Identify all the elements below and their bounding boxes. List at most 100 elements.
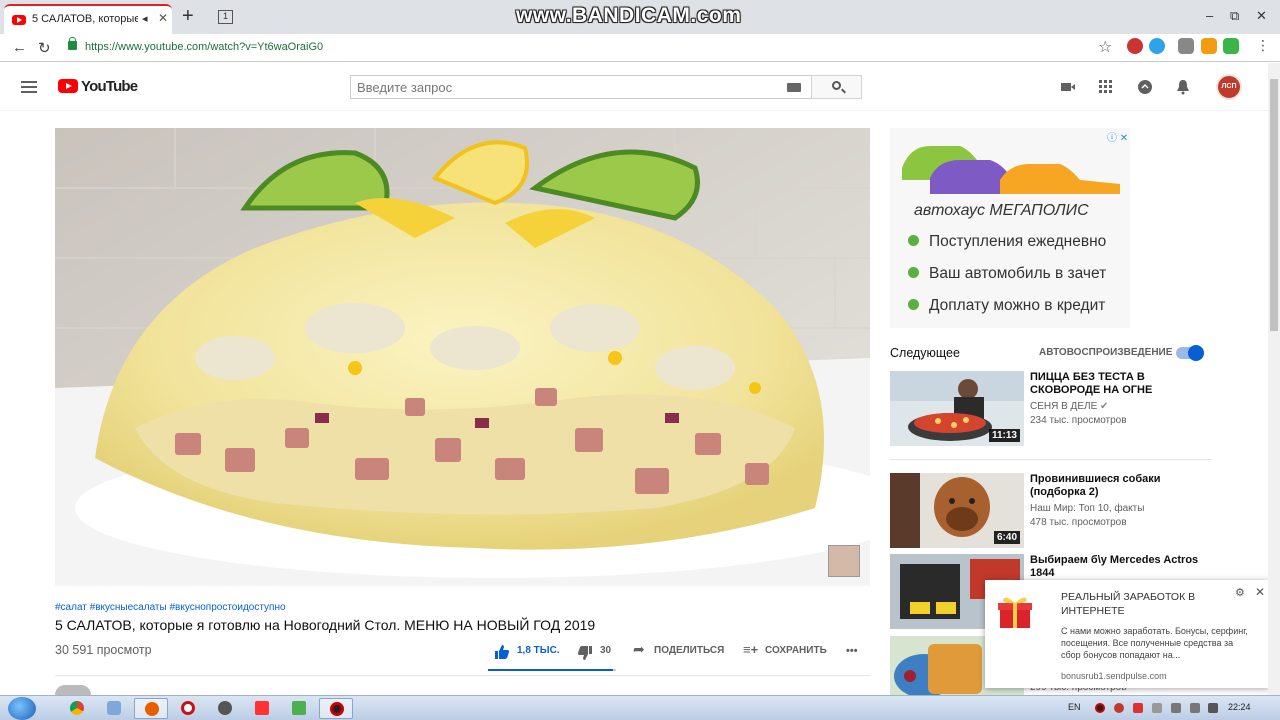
notification-source: bonusrub1.sendpulse.com — [1061, 671, 1167, 681]
messages-icon[interactable] — [1137, 79, 1153, 95]
browser-menu-icon[interactable]: ⋮ — [1256, 37, 1270, 54]
video-thumbnail[interactable]: 11:13 — [890, 371, 1024, 446]
sidebar-ad[interactable]: автохаус МЕГАПОЛИС Поступления ежедневно… — [890, 128, 1130, 328]
reload-icon[interactable]: ↻ — [38, 39, 51, 57]
taskbar-media-player[interactable] — [97, 698, 131, 719]
start-button[interactable] — [8, 697, 36, 720]
taskbar-chrome[interactable] — [60, 698, 94, 719]
tab-close-button[interactable]: ✕ — [158, 11, 168, 25]
like-count[interactable]: 1,8 ТЫС. — [517, 645, 560, 656]
recommendation-channel[interactable]: СЕНЯ В ДЕЛЕ ✔ — [1030, 401, 1108, 412]
browser-tab-strip: 5 САЛАТОВ, которые я готовлю на Новогодн… — [0, 0, 1280, 34]
youtube-header: YouTube Введите запрос ЛСП — [0, 63, 1268, 111]
tray-volume-icon[interactable] — [1190, 703, 1200, 713]
tray-record-icon[interactable] — [1095, 703, 1105, 713]
taskbar-app[interactable] — [208, 698, 242, 719]
page-scrollbar[interactable] — [1268, 63, 1280, 695]
dislike-count[interactable]: 30 — [600, 645, 611, 656]
check-icon — [908, 235, 919, 246]
video-thumbnail[interactable]: 6:40 — [890, 473, 1024, 548]
extension-adblock-icon[interactable] — [1127, 38, 1143, 54]
tray-app-icon[interactable] — [1114, 703, 1124, 713]
extension-check-icon[interactable] — [1149, 38, 1165, 54]
share-arrow-icon[interactable]: ➦ — [633, 641, 645, 658]
menu-icon[interactable] — [21, 81, 37, 93]
save-button[interactable]: СОХРАНИТЬ — [765, 645, 827, 656]
bookmark-star-icon[interactable]: ☆ — [1098, 37, 1112, 57]
push-notification[interactable]: РЕАЛЬНЫЙ ЗАРАБОТОК В ИНТЕРНЕТЕ С нами мо… — [985, 580, 1270, 688]
window-close-button[interactable]: ✕ — [1256, 8, 1267, 24]
new-tab-button[interactable]: + — [182, 5, 194, 28]
ad-item: Ваш автомобиль в зачет — [908, 265, 1106, 283]
taskbar-clock[interactable]: 22:24 — [1228, 702, 1251, 712]
more-actions-button[interactable]: ••• — [846, 645, 858, 657]
share-button[interactable]: ПОДЕЛИТЬСЯ — [654, 645, 724, 656]
ad-cars-image — [902, 146, 1120, 194]
video-frame-salad — [55, 128, 870, 586]
maximize-button[interactable]: ⧉ — [1230, 8, 1239, 24]
tab-audio-icon[interactable]: ◂ — [142, 12, 148, 25]
like-ratio-bar — [488, 669, 616, 671]
search-input[interactable]: Введите запрос — [350, 75, 811, 99]
taskbar-yandex[interactable] — [245, 698, 279, 719]
channel-avatar[interactable] — [55, 685, 91, 695]
notification-body: С нами можно заработать. Бонусы, серфинг… — [1061, 626, 1248, 660]
duration-badge: 11:13 — [988, 429, 1020, 442]
create-video-icon[interactable] — [1060, 79, 1076, 95]
youtube-logo-icon[interactable] — [58, 79, 78, 93]
gift-icon — [998, 597, 1032, 628]
youtube-favicon-icon — [12, 15, 26, 25]
language-indicator[interactable]: EN — [1068, 702, 1081, 712]
taskbar-opera[interactable] — [171, 698, 205, 719]
notification-title: РЕАЛЬНЫЙ ЗАРАБОТОК В ИНТЕРНЕТЕ — [1061, 591, 1196, 617]
tab-title: 5 САЛАТОВ, которые я готовлю на Новогодн… — [32, 13, 138, 25]
notifications-bell-icon[interactable] — [1175, 79, 1191, 95]
windows-taskbar: EN 22:24 — [0, 695, 1280, 720]
search-button[interactable] — [811, 75, 862, 99]
autoplay-toggle[interactable] — [1176, 345, 1204, 361]
toggle-knob — [1188, 345, 1204, 361]
search-placeholder: Введите запрос — [357, 80, 453, 95]
channel-watermark-thumbnail[interactable] — [828, 545, 860, 577]
recommendation-title[interactable]: Выбираем б\у Mercedes Actros 1844 — [1030, 554, 1205, 580]
save-playlist-icon[interactable]: ≡+ — [743, 642, 758, 657]
recommendation-title[interactable]: ПИЦЦА БЕЗ ТЕСТА В СКОВОРОДЕ НА ОГНЕ — [1030, 371, 1205, 397]
apps-grid-icon[interactable] — [1098, 79, 1114, 95]
check-icon — [908, 299, 919, 310]
adchoices-icon[interactable]: ⓘ ✕ — [1107, 129, 1128, 144]
keyboard-icon[interactable] — [787, 83, 801, 92]
browser-tab[interactable]: 5 САЛАТОВ, которые я готовлю на Новогодн… — [4, 4, 172, 34]
taskbar-green-app[interactable] — [282, 698, 316, 719]
duration-badge: 6:40 — [993, 531, 1020, 544]
video-player[interactable] — [55, 128, 870, 586]
url-field[interactable]: https://www.youtube.com/watch?v=Yt6waOra… — [60, 36, 1120, 59]
ad-item: Доплату можно в кредит — [908, 297, 1105, 315]
video-hashtags[interactable]: #салат #вкусныесалаты #вкуснопростоидост… — [55, 602, 286, 613]
recommendation-item[interactable]: 11:13 ПИЦЦА БЕЗ ТЕСТА В СКОВОРОДЕ НА ОГН… — [890, 371, 1220, 446]
extension-mail-icon[interactable] — [1201, 38, 1217, 54]
address-bar-row: ← ↻ https://www.youtube.com/watch?v=Yt6w… — [0, 34, 1280, 62]
tray-shield-icon[interactable] — [1133, 703, 1143, 713]
back-arrow-icon[interactable]: ← — [12, 39, 27, 56]
like-ratio-fill — [488, 669, 614, 671]
dislike-thumb-icon[interactable] — [577, 645, 593, 661]
scrollbar-thumb[interactable] — [1270, 79, 1278, 331]
extension-settings-icon[interactable] — [1178, 38, 1194, 54]
youtube-logo-text[interactable]: YouTube — [81, 78, 138, 95]
gear-icon[interactable]: ⚙ — [1235, 586, 1245, 599]
recommendation-item[interactable]: 6:40 Провинившиеся собаки (подборка 2) Н… — [890, 473, 1220, 548]
taskbar-firefox[interactable] — [134, 698, 168, 719]
recommendation-channel[interactable]: Наш Мир: Топ 10, факты — [1030, 503, 1144, 514]
avatar[interactable]: ЛСП — [1216, 74, 1242, 100]
tab-count-button[interactable]: 1 — [218, 10, 233, 24]
tray-battery-icon[interactable] — [1208, 703, 1218, 713]
extension-green-icon[interactable] — [1223, 38, 1239, 54]
tray-network-icon[interactable] — [1171, 703, 1181, 713]
tray-flag-icon[interactable] — [1152, 703, 1162, 713]
taskbar-bandicam[interactable] — [319, 698, 353, 719]
recommendation-title[interactable]: Провинившиеся собаки (подборка 2) — [1030, 473, 1205, 499]
lock-icon — [68, 37, 77, 50]
close-icon[interactable]: ✕ — [1255, 585, 1265, 599]
like-thumb-icon[interactable] — [494, 644, 510, 660]
minimize-button[interactable]: – — [1206, 8, 1213, 23]
